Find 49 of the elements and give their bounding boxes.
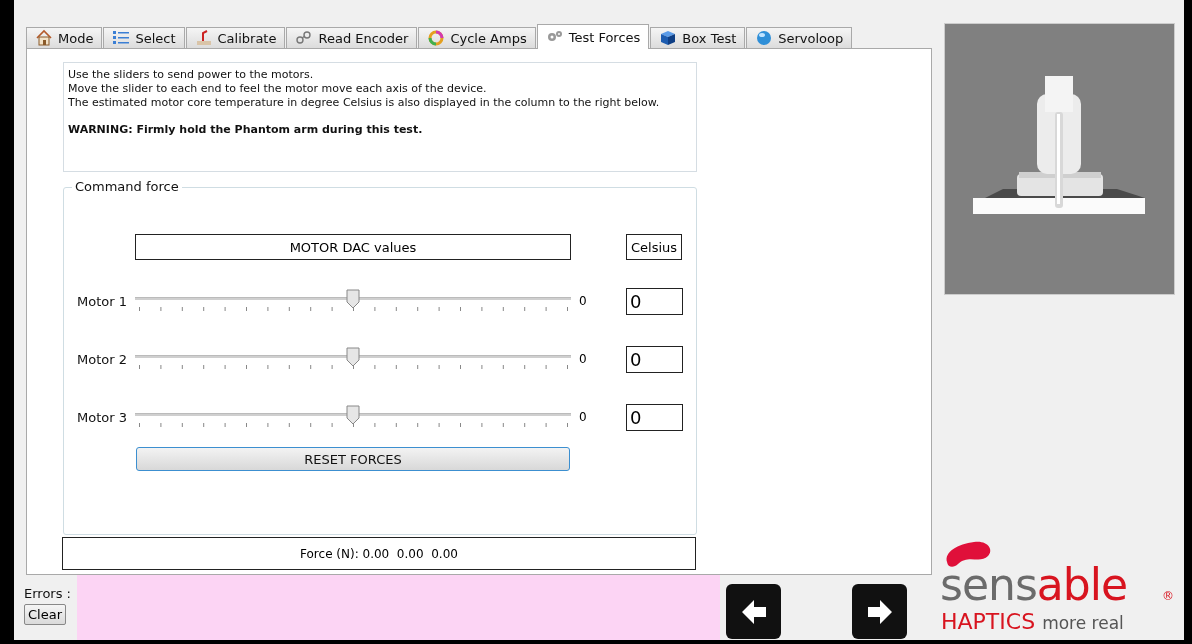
- logo-tagline: HAPTICS: [941, 609, 1036, 634]
- cube-icon: [659, 29, 678, 47]
- linkage-icon: [295, 29, 314, 47]
- tab[interactable]: Calibrate: [185, 27, 286, 48]
- right-arrow-icon: [866, 598, 893, 625]
- house-icon: [35, 29, 53, 47]
- tab[interactable]: Select: [103, 27, 185, 48]
- temperature-field: 0: [626, 287, 683, 315]
- warning-text: WARNING: Firmly hold the Phantom arm during this test.: [68, 123, 424, 137]
- reset-button[interactable]: RESET FORCES: [136, 447, 570, 471]
- group-title: Command force: [72, 179, 182, 194]
- slider-value: 0: [578, 294, 588, 308]
- instruction-text: Use the sliders to send power to the motors.: [68, 68, 315, 82]
- next-button[interactable]: [852, 584, 907, 639]
- slider-value: 0: [578, 352, 588, 366]
- tab[interactable]: Read Encoder: [286, 27, 418, 48]
- tab[interactable]: Box Test: [650, 27, 746, 48]
- tab[interactable]: Mode: [26, 27, 103, 48]
- slider-track[interactable]: [135, 405, 571, 429]
- back-button[interactable]: [726, 584, 781, 639]
- errors-label: Errors :: [24, 586, 71, 601]
- slider-thumb[interactable]: [346, 289, 360, 309]
- instruction-text: The estimated motor core temperature in degree Celsius is also displayed in the column to the right below.: [68, 96, 661, 110]
- slider-value: 0: [578, 410, 588, 424]
- tab[interactable]: Test Forces: [536, 24, 650, 49]
- logo-tagline: more real: [1042, 613, 1124, 633]
- stand-icon: [194, 29, 213, 47]
- temperature-field: 0: [626, 345, 683, 373]
- tab[interactable]: Cycle Amps: [418, 27, 536, 48]
- column-header: Celsius: [626, 234, 683, 260]
- logo-wordmark: sensable: [940, 559, 1127, 611]
- clear-button[interactable]: Clear: [24, 604, 66, 625]
- slider-track[interactable]: [135, 347, 571, 371]
- registered-mark: ®: [1162, 589, 1174, 603]
- column-header: MOTOR DAC values: [135, 234, 571, 260]
- color-ring-icon: [427, 29, 446, 47]
- left-arrow-icon: [740, 598, 767, 625]
- slider-thumb[interactable]: [346, 347, 360, 367]
- tab[interactable]: Servoloop: [746, 27, 853, 48]
- list-icon: [112, 29, 131, 47]
- slider-thumb[interactable]: [346, 405, 360, 425]
- globe-icon: [755, 29, 774, 47]
- motor-label: Motor 2: [77, 351, 128, 367]
- slider-track[interactable]: [135, 289, 571, 313]
- motor-label: Motor 1: [77, 293, 128, 309]
- force-readout: Force (N): 0.00 0.00 0.00: [62, 537, 696, 570]
- motor-label: Motor 3: [77, 409, 128, 425]
- instruction-text: Move the slider to each end to feel the motor move each axis of the device.: [68, 82, 488, 96]
- temperature-field: 0: [626, 403, 683, 431]
